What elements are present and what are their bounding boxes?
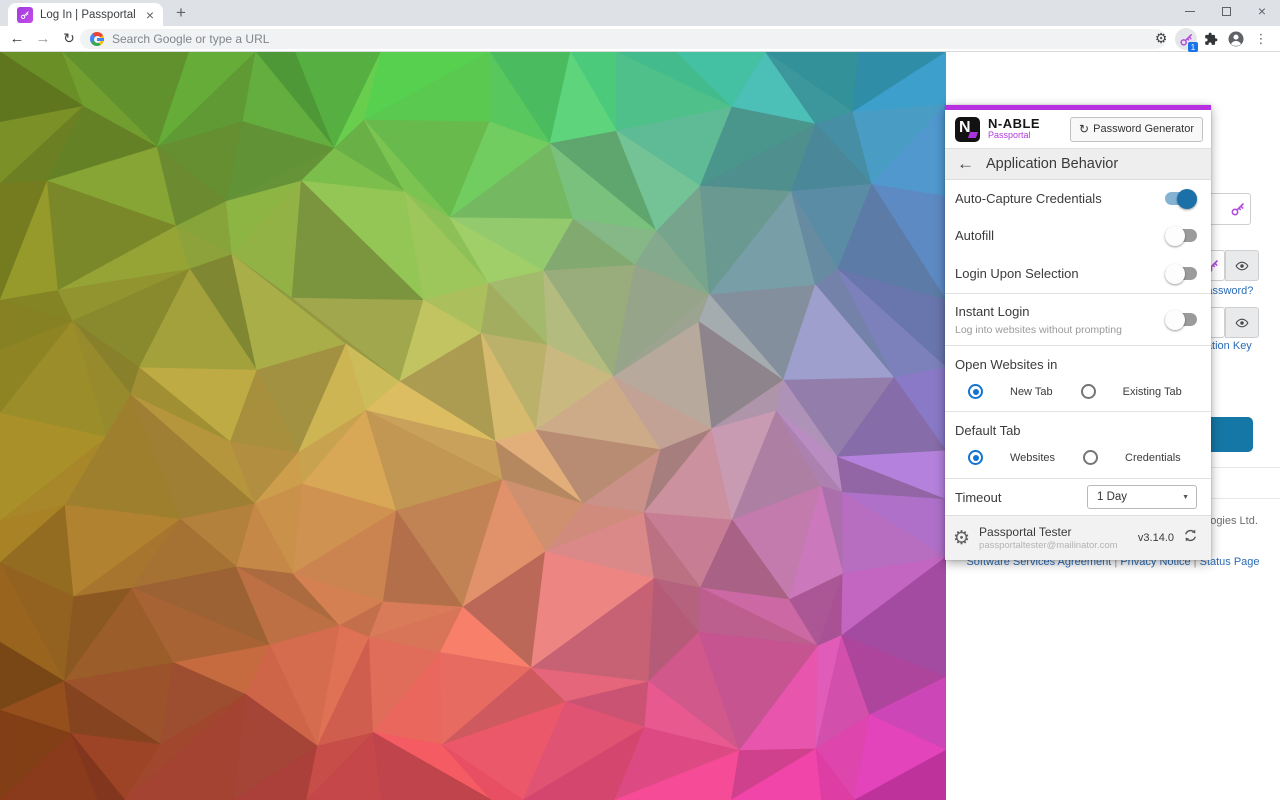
extensions-puzzle-icon[interactable] <box>1200 28 1222 50</box>
extension-gear-icon[interactable]: ⚙ <box>1150 28 1172 50</box>
radio-existing-tab[interactable] <box>1081 384 1096 399</box>
window-minimize-button[interactable] <box>1172 0 1208 22</box>
browser-toolbar: ← → ↻ Search Google or type a URL ⚙ 1 ⋮ <box>0 26 1280 52</box>
tab-close-icon[interactable]: × <box>143 7 157 23</box>
back-icon[interactable]: ← <box>4 27 30 51</box>
toggle-row-autofill: Autofill <box>945 217 1211 254</box>
forward-icon[interactable]: → <box>30 27 56 51</box>
autofill-toggle[interactable] <box>1165 226 1197 246</box>
google-icon <box>90 32 104 46</box>
version-label: v3.14.0 <box>1138 532 1174 544</box>
window-maximize-button[interactable] <box>1208 0 1244 22</box>
extension-badge: 1 <box>1188 42 1198 52</box>
section-title: Application Behavior <box>986 156 1118 172</box>
settings-gear-icon[interactable]: ⚙ <box>953 527 970 549</box>
new-tab-button[interactable]: + <box>172 4 190 22</box>
password-generator-label: Password Generator <box>1093 123 1194 135</box>
brand-name: N-ABLE <box>988 117 1040 131</box>
toggle-row-login-upon-selection: Login Upon Selection <box>945 254 1211 293</box>
menu-dots-icon[interactable]: ⋮ <box>1250 28 1272 50</box>
account-email: passportaltester@mailinator.com <box>979 540 1117 551</box>
login-upon-selection-toggle[interactable] <box>1165 264 1197 284</box>
browser-window: Log In | Passportal × + × ← → ↻ Search G… <box>0 0 1280 800</box>
passportal-popup: N N-ABLE Passportal ↻ Password Generator… <box>945 105 1211 560</box>
background-art <box>0 52 946 800</box>
passportal-favicon-icon <box>17 7 33 23</box>
browser-titlebar: Log In | Passportal × + × <box>0 0 1280 26</box>
timeout-select[interactable]: 1 Day ▼ <box>1087 485 1197 509</box>
window-controls: × <box>1172 0 1280 22</box>
orgkey-visibility-button[interactable] <box>1225 307 1259 338</box>
regenerate-icon: ↻ <box>1079 122 1089 136</box>
back-arrow-icon[interactable]: ← <box>957 154 974 174</box>
browser-tab[interactable]: Log In | Passportal × <box>8 3 163 26</box>
popup-section-header: ← Application Behavior <box>945 148 1211 180</box>
instant-login-subtext: Log into websites without prompting <box>955 324 1122 336</box>
passportal-extension-icon[interactable]: 1 <box>1175 28 1197 50</box>
address-placeholder: Search Google or type a URL <box>112 32 269 46</box>
toolbar-extension-icons: ⚙ 1 ⋮ <box>1150 26 1272 52</box>
radio-websites[interactable] <box>968 450 983 465</box>
account-name: Passportal Tester <box>979 525 1117 539</box>
window-close-button[interactable]: × <box>1244 0 1280 22</box>
brand-product: Passportal <box>988 131 1040 140</box>
popup-footer: ⚙ Passportal Tester passportaltester@mai… <box>945 515 1211 560</box>
toggle-row-instant-login: Instant Login Log into websites without … <box>945 294 1211 345</box>
radio-credentials[interactable] <box>1083 450 1098 465</box>
reload-icon[interactable]: ↻ <box>56 27 82 51</box>
open-websites-group: Open Websites in New Tab Existing Tab <box>945 346 1211 411</box>
toggle-row-auto-capture: Auto-Capture Credentials <box>945 180 1211 217</box>
instant-login-toggle[interactable] <box>1165 310 1197 330</box>
tab-title: Log In | Passportal <box>40 9 143 21</box>
auto-capture-toggle[interactable] <box>1165 189 1197 209</box>
radio-new-tab[interactable] <box>968 384 983 399</box>
sync-icon[interactable] <box>1182 527 1199 549</box>
chevron-down-icon: ▼ <box>1182 494 1189 501</box>
default-tab-group: Default Tab Websites Credentials <box>945 412 1211 478</box>
nable-logo: N <box>955 117 980 142</box>
password-visibility-button[interactable] <box>1225 250 1259 281</box>
profile-avatar-icon[interactable] <box>1225 28 1247 50</box>
popup-header: N N-ABLE Passportal ↻ Password Generator <box>945 110 1211 148</box>
timeout-row: Timeout 1 Day ▼ <box>945 479 1211 515</box>
page-content: Password? ization Key © 2021 N-able Solu… <box>0 52 1280 800</box>
password-generator-button[interactable]: ↻ Password Generator <box>1070 117 1203 142</box>
address-bar[interactable]: Search Google or type a URL <box>80 29 1166 49</box>
autofill-key-icon[interactable] <box>1230 201 1246 222</box>
